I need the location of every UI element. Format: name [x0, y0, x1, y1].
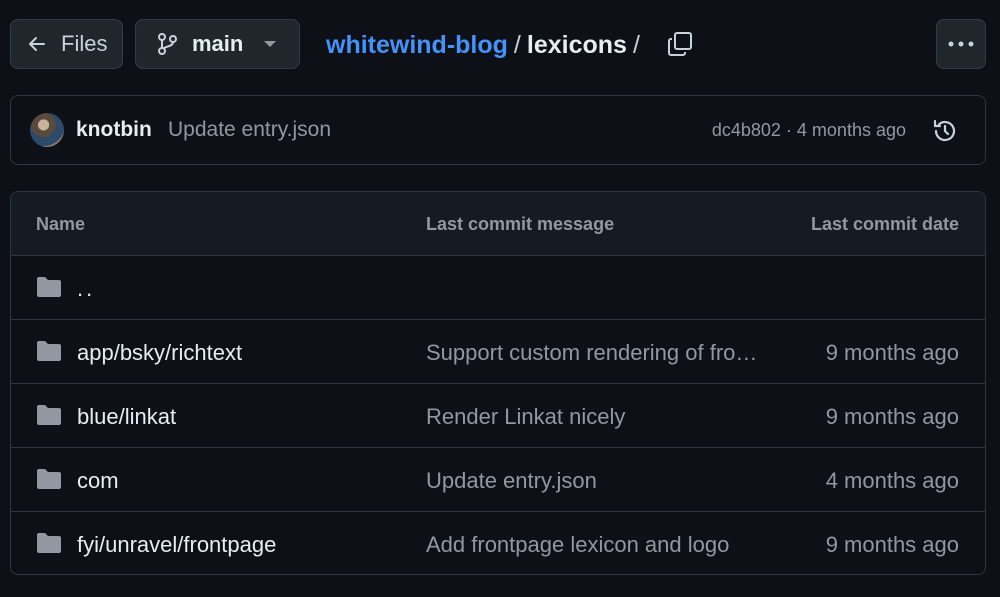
table-row[interactable]: blue/linkat Render Linkat nicely 9 month… — [11, 384, 985, 448]
breadcrumb: whitewind-blog / lexicons / — [326, 28, 646, 62]
commit-message-link[interactable]: Update entry.json — [168, 118, 331, 142]
breadcrumb-trailing-separator: / — [632, 30, 640, 59]
breadcrumb-repo-link[interactable]: whitewind-blog — [326, 31, 508, 60]
table-row[interactable]: app/bsky/richtext Support custom renderi… — [11, 320, 985, 384]
folder-icon — [36, 532, 62, 554]
files-back-button[interactable]: Files — [10, 19, 123, 69]
folder-icon — [36, 276, 62, 298]
folder-name-link[interactable]: com — [77, 468, 119, 494]
folder-name-link[interactable]: fyi/unravel/frontpage — [77, 532, 276, 558]
branch-name: main — [192, 31, 244, 56]
copy-path-icon[interactable] — [666, 30, 694, 58]
table-row-parent-dir[interactable]: .. — [11, 256, 985, 320]
triangle-down-icon — [263, 39, 277, 49]
commit-hash-and-time[interactable]: dc4b802 · 4 months ago — [712, 120, 906, 141]
breadcrumb-current-dir: lexicons — [526, 30, 627, 59]
kebab-horizontal-icon — [948, 41, 974, 47]
commit-date: 9 months ago — [825, 532, 959, 557]
folder-icon — [36, 468, 62, 490]
commit-author-link[interactable]: knotbin — [76, 118, 152, 142]
file-browser-toolbar: Files main whitewind-blog / lexicons / — [0, 0, 1000, 90]
commit-date: 9 months ago — [825, 340, 959, 365]
git-branch-icon — [156, 32, 178, 56]
breadcrumb-separator: / — [513, 30, 521, 59]
folder-icon — [36, 340, 62, 362]
files-button-label: Files — [61, 31, 108, 56]
file-table: Name Last commit message Last commit dat… — [10, 191, 986, 575]
column-header-date: Last commit date — [810, 214, 959, 234]
table-row[interactable]: fyi/unravel/frontpage Add frontpage lexi… — [11, 512, 985, 574]
more-options-button[interactable] — [936, 19, 986, 69]
table-header: Name Last commit message Last commit dat… — [11, 192, 985, 256]
column-header-message: Last commit message — [426, 214, 615, 234]
history-icon[interactable] — [931, 117, 959, 145]
latest-commit-bar: knotbin Update entry.json dc4b802 · 4 mo… — [10, 95, 986, 165]
commit-message-link[interactable]: Render Linkat nicely — [426, 404, 771, 430]
commit-message-link[interactable]: Add frontpage lexicon and logo — [426, 532, 771, 558]
folder-name-link[interactable]: blue/linkat — [77, 404, 176, 430]
folder-name-link[interactable]: app/bsky/richtext — [77, 340, 242, 366]
arrow-left-icon — [29, 37, 45, 51]
commit-date: 9 months ago — [825, 404, 959, 429]
commit-message-link[interactable]: Update entry.json — [426, 468, 771, 494]
branch-selector-button[interactable]: main — [135, 19, 300, 69]
parent-dir-link[interactable]: .. — [77, 276, 95, 302]
commit-date: 4 months ago — [825, 468, 959, 493]
folder-icon — [36, 404, 62, 426]
commit-message-link[interactable]: Support custom rendering of fro… — [426, 340, 771, 366]
table-row[interactable]: com Update entry.json 4 months ago — [11, 448, 985, 512]
column-header-name: Name — [36, 214, 86, 234]
author-avatar[interactable] — [30, 113, 64, 147]
